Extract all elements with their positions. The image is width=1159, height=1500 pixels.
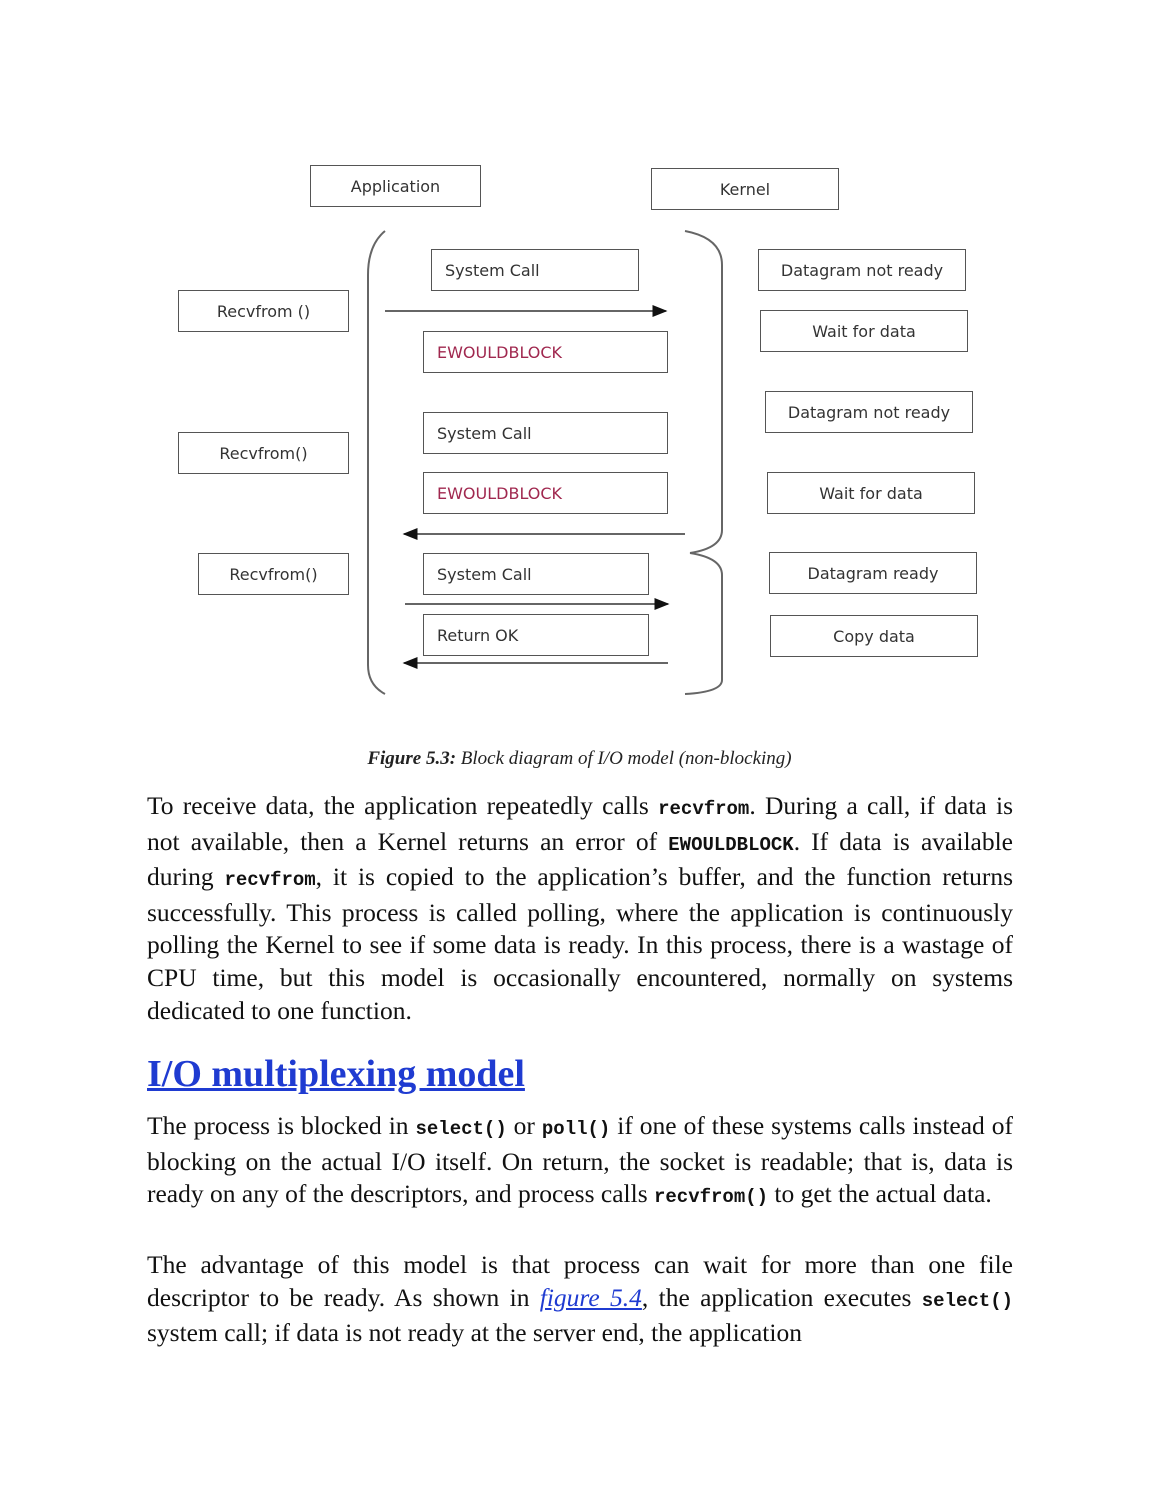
text-run: or: [506, 1111, 542, 1140]
recvfrom-box-1: Recvfrom (): [178, 290, 349, 332]
kernel-copy-data: Copy data: [770, 615, 978, 657]
text-run: To receive data, the application repeate…: [147, 791, 659, 820]
return-ok-box: Return OK: [423, 614, 649, 656]
text-run: to get the actual data.: [768, 1179, 992, 1209]
code-recvfrom: recvfrom: [658, 798, 750, 820]
system-call-box-2: System Call: [423, 412, 668, 454]
code-recvfrom: recvfrom: [224, 869, 316, 892]
figure-caption: Figure 5.3: Block diagram of I/O model (…: [0, 748, 1159, 770]
kernel-datagram-not-ready-2: Datagram not ready: [765, 391, 973, 433]
recvfrom-box-2: Recvfrom(): [178, 432, 349, 474]
kernel-datagram-ready: Datagram ready: [769, 552, 977, 594]
paragraph-multiplexing-2: The advantage of this model is that proc…: [147, 1249, 1013, 1350]
figure-5-4-link[interactable]: figure 5.4: [540, 1283, 642, 1312]
figure-caption-text: Block diagram of I/O model (non-blocking…: [456, 748, 792, 769]
kernel-datagram-not-ready-1: Datagram not ready: [758, 249, 966, 291]
application-header: Application: [310, 165, 481, 207]
code-poll: poll(): [541, 1118, 611, 1140]
figure-label: Figure 5.3:: [367, 748, 457, 769]
kernel-wait-for-data-2: Wait for data: [767, 472, 975, 514]
paragraph-nonblocking: To receive data, the application repeate…: [147, 790, 1013, 1027]
recvfrom-box-3: Recvfrom(): [198, 553, 349, 595]
text-run: The process is blocked in: [147, 1111, 416, 1140]
ewouldblock-box-1: EWOULDBLOCK: [423, 331, 668, 373]
kernel-wait-for-data-1: Wait for data: [760, 310, 968, 352]
right-brace-lower: [684, 552, 723, 695]
ewouldblock-box-2: EWOULDBLOCK: [423, 472, 668, 514]
code-select: select(): [921, 1289, 1013, 1312]
system-call-box-3: System Call: [423, 553, 649, 595]
paragraph-multiplexing-1: The process is blocked in select() or po…: [147, 1110, 1013, 1214]
left-brace: [367, 230, 386, 695]
right-brace-upper: [684, 230, 723, 554]
code-select: select(): [415, 1118, 507, 1140]
code-ewouldblock: EWOULDBLOCK: [668, 833, 794, 856]
text-run: , the application executes: [641, 1282, 922, 1312]
text-run: system call; if data is not ready at the…: [147, 1318, 802, 1348]
kernel-header: Kernel: [651, 168, 839, 210]
section-heading-io-multiplexing[interactable]: I/O multiplexing model: [147, 1052, 525, 1096]
io-model-diagram: Application Kernel Recvfrom () Recvfrom(…: [0, 0, 1159, 720]
code-recvfrom: recvfrom(): [654, 1186, 769, 1209]
system-call-box-1: System Call: [431, 249, 639, 291]
